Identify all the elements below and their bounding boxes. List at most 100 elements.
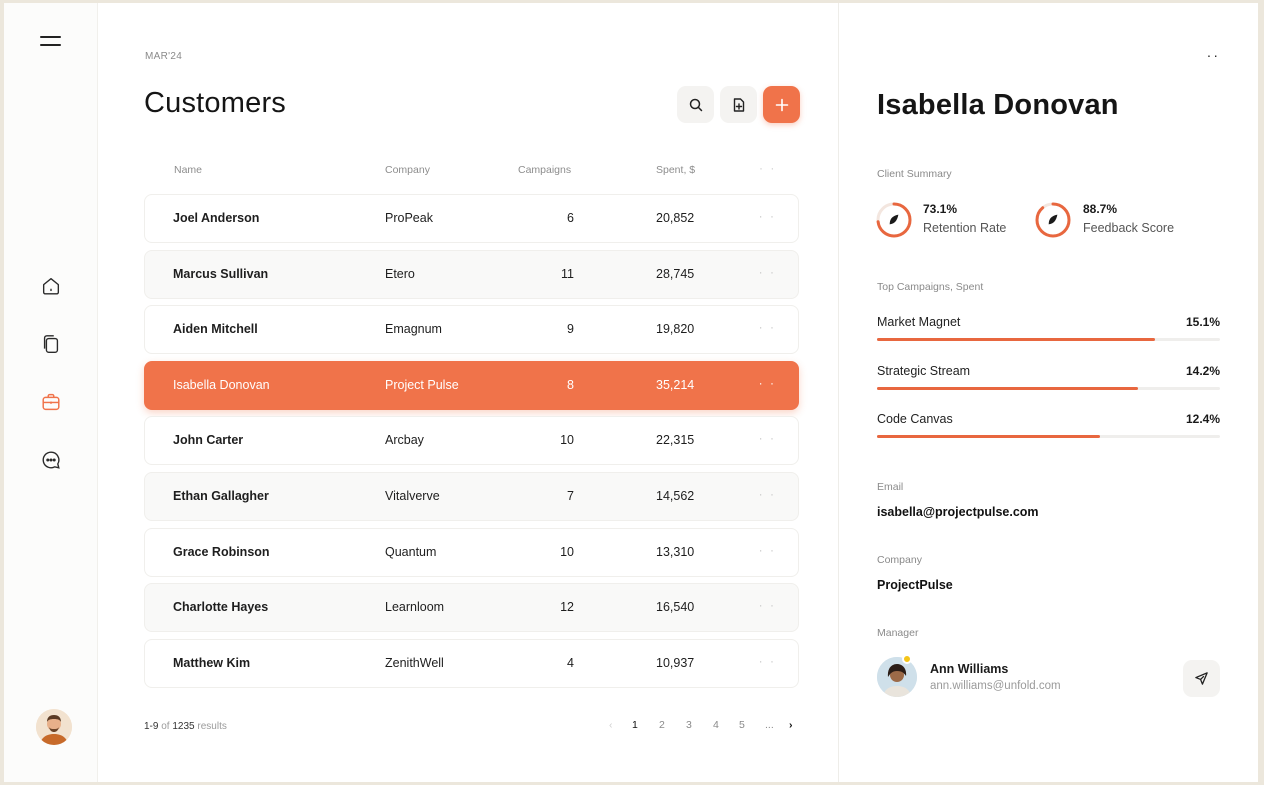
- page-4[interactable]: 4: [713, 719, 719, 731]
- customer-company: Etero: [385, 267, 415, 281]
- customer-name: Charlotte Hayes: [173, 600, 269, 614]
- customer-name: John Carter: [173, 433, 244, 447]
- next-page-icon[interactable]: ›: [789, 719, 793, 731]
- user-avatar[interactable]: [36, 709, 72, 745]
- page-5[interactable]: 5: [739, 719, 745, 731]
- campaign-percent: 14.2%: [1185, 364, 1220, 378]
- page-3[interactable]: 3: [686, 719, 692, 731]
- customer-name: Isabella Donovan: [173, 378, 270, 392]
- table-row[interactable]: Joel Anderson ProPeak 6 20,852 · ·: [144, 194, 799, 243]
- search-button[interactable]: [677, 86, 714, 123]
- app-window: MAR'24 Customers Name Company Campaigns …: [4, 3, 1258, 782]
- customer-company: Vitalverve: [385, 489, 440, 503]
- row-options-icon[interactable]: · ·: [759, 209, 776, 223]
- customer-name: Aiden Mitchell: [173, 322, 258, 336]
- manager-name: Ann Williams: [930, 662, 1009, 676]
- table-row[interactable]: Grace Robinson Quantum 10 13,310 · ·: [144, 528, 799, 577]
- customer-campaigns: 9: [567, 322, 574, 336]
- sidebar: [4, 3, 98, 782]
- customer-campaigns: 8: [567, 378, 574, 392]
- customer-company: ProPeak: [385, 211, 433, 225]
- table-row[interactable]: Aiden Mitchell Emagnum 9 19,820 · ·: [144, 305, 799, 354]
- export-button[interactable]: [720, 86, 757, 123]
- customer-name: Ethan Gallagher: [173, 489, 269, 503]
- customer-campaigns: 10: [560, 545, 574, 559]
- customer-name: Marcus Sullivan: [173, 267, 269, 281]
- customer-company: ZenithWell: [385, 656, 444, 670]
- row-options-icon[interactable]: · ·: [759, 543, 776, 557]
- email-value[interactable]: isabella@projectpulse.com: [877, 505, 1039, 519]
- row-options-icon[interactable]: · ·: [759, 598, 776, 612]
- manager-email[interactable]: ann.williams@unfold.com: [930, 680, 1061, 692]
- feedback-score-gauge: [1035, 202, 1071, 238]
- page-ellipsis[interactable]: ...: [765, 719, 774, 731]
- client-name: Isabella Donovan: [877, 89, 1119, 121]
- more-options-icon[interactable]: ··: [1207, 47, 1220, 63]
- table-row[interactable]: Ethan Gallagher Vitalverve 7 14,562 · ·: [144, 472, 799, 521]
- table-row[interactable]: Matthew Kim ZenithWell 4 10,937 · ·: [144, 639, 799, 688]
- customer-spent: 20,852: [656, 211, 695, 225]
- row-options-icon[interactable]: · ·: [759, 431, 776, 445]
- table-row[interactable]: Marcus Sullivan Etero 11 28,745 · ·: [144, 250, 799, 299]
- campaign-progress-bar: [877, 435, 1220, 438]
- page-2[interactable]: 2: [659, 719, 665, 731]
- manager-label: Manager: [877, 627, 919, 639]
- column-options-icon[interactable]: · ·: [759, 161, 776, 175]
- page-1[interactable]: 1: [632, 719, 638, 731]
- campaign-percent: 15.1%: [1185, 315, 1220, 329]
- customer-campaigns: 6: [567, 211, 574, 225]
- online-status-badge: [902, 654, 912, 664]
- row-options-icon[interactable]: · ·: [759, 265, 776, 279]
- column-header-spent[interactable]: Spent, $: [656, 164, 695, 176]
- customer-campaigns: 4: [567, 656, 574, 670]
- campaign-name: Strategic Stream: [877, 364, 971, 378]
- row-options-icon[interactable]: · ·: [759, 654, 776, 668]
- results-total: 1235: [172, 721, 195, 732]
- copy-icon[interactable]: [39, 332, 63, 356]
- feedback-score-label: Feedback Score: [1083, 221, 1175, 235]
- customer-company: Arcbay: [385, 433, 424, 447]
- customer-spent: 35,214: [656, 378, 695, 392]
- customer-spent: 16,540: [656, 600, 695, 614]
- email-label: Email: [877, 481, 904, 493]
- table-row[interactable]: John Carter Arcbay 10 22,315 · ·: [144, 416, 799, 465]
- campaign-progress-bar: [877, 338, 1220, 341]
- send-icon: [1195, 672, 1208, 685]
- customer-spent: 28,745: [656, 267, 695, 281]
- briefcase-icon[interactable]: [39, 390, 63, 414]
- campaign-percent: 12.4%: [1185, 412, 1220, 426]
- table-row[interactable]: Isabella Donovan Project Pulse 8 35,214 · ·: [144, 361, 799, 410]
- manager-avatar: [877, 657, 917, 697]
- row-options-icon[interactable]: · ·: [759, 487, 776, 501]
- column-header-company[interactable]: Company: [385, 164, 430, 176]
- customer-company: Project Pulse: [385, 378, 459, 392]
- campaign-name: Code Canvas: [877, 412, 953, 426]
- company-value: ProjectPulse: [877, 578, 953, 592]
- results-of: of: [161, 721, 170, 732]
- add-customer-button[interactable]: [763, 86, 800, 123]
- retention-rate-label: Retention Rate: [923, 221, 1007, 235]
- customer-campaigns: 12: [560, 600, 574, 614]
- period-label: MAR'24: [145, 51, 183, 62]
- row-options-icon[interactable]: · ·: [759, 376, 776, 390]
- customer-name: Matthew Kim: [173, 656, 251, 670]
- column-header-campaigns[interactable]: Campaigns: [518, 164, 571, 176]
- results-suffix: results: [197, 721, 227, 732]
- prev-page-icon[interactable]: ‹: [609, 719, 613, 731]
- column-header-name[interactable]: Name: [174, 164, 202, 176]
- menu-icon[interactable]: [40, 31, 62, 49]
- customer-company: Learnloom: [385, 600, 445, 614]
- customer-name: Grace Robinson: [173, 545, 270, 559]
- search-icon: [689, 98, 702, 111]
- chat-icon[interactable]: [39, 448, 63, 472]
- home-icon[interactable]: [39, 274, 63, 298]
- retention-rate-value: 73.1%: [923, 202, 958, 216]
- retention-rate-gauge: [876, 202, 912, 238]
- campaign-name: Market Magnet: [877, 315, 961, 329]
- results-range: 1-9: [144, 721, 159, 732]
- row-options-icon[interactable]: · ·: [759, 320, 776, 334]
- send-message-button[interactable]: [1183, 660, 1220, 697]
- table-row[interactable]: Charlotte Hayes Learnloom 12 16,540 · ·: [144, 583, 799, 632]
- client-summary-label: Client Summary: [877, 168, 952, 180]
- customer-detail-panel: ·· Isabella Donovan Client Summary 73.1%…: [838, 3, 1258, 782]
